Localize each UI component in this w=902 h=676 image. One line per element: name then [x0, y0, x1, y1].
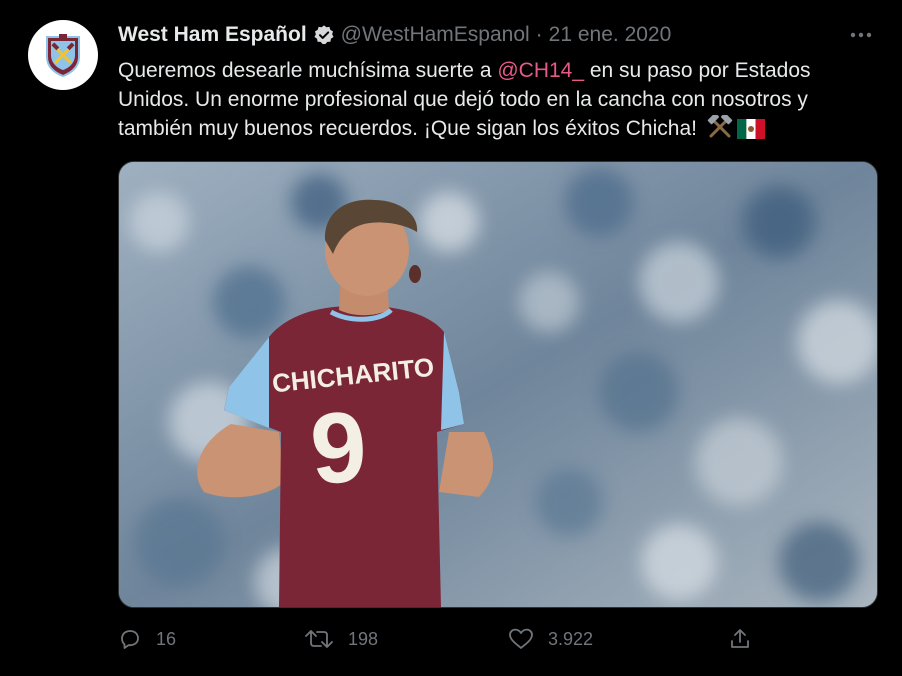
action-bar: 16 198 3.922 — [118, 622, 878, 656]
like-count: 3.922 — [548, 628, 594, 649]
mention-link[interactable]: @CH14_ — [497, 59, 584, 82]
hammers-emoji — [707, 113, 733, 147]
mexico-flag-emoji — [736, 118, 765, 147]
retweet-icon — [305, 630, 333, 648]
reply-button[interactable]: 16 — [118, 622, 176, 656]
tweet-image[interactable]: CHICHARITO 9 — [118, 161, 878, 608]
like-icon — [509, 628, 533, 649]
tweet-header: West Ham Español @WestHamEspanol · 21 en… — [118, 20, 874, 50]
retweet-count: 198 — [348, 628, 379, 649]
reply-count: 16 — [156, 628, 177, 649]
tweet-text-start: Queremos desearle muchísima suerte a — [118, 59, 498, 82]
like-button[interactable]: 3.922 — [508, 622, 593, 656]
retweet-button[interactable]: 198 — [304, 622, 378, 656]
share-icon — [731, 629, 749, 648]
author-name[interactable]: West Ham Español — [118, 23, 307, 47]
avatar[interactable] — [28, 20, 98, 90]
author-handle[interactable]: @WestHamEspanol — [341, 23, 530, 47]
more-icon[interactable] — [848, 22, 874, 48]
player-photo: CHICHARITO 9 — [119, 162, 877, 607]
tweet-text: Queremos desearle muchísima suerte a @CH… — [118, 56, 878, 147]
west-ham-crest-icon — [46, 34, 80, 77]
tweet[interactable]: West Ham Español @WestHamEspanol · 21 en… — [0, 0, 902, 676]
share-button[interactable] — [728, 622, 752, 656]
jersey-number: 9 — [307, 390, 370, 506]
separator-dot: · — [535, 23, 543, 46]
verified-badge-icon — [313, 24, 335, 46]
reply-icon — [121, 630, 139, 649]
tweet-date[interactable]: 21 ene. 2020 — [549, 23, 672, 47]
